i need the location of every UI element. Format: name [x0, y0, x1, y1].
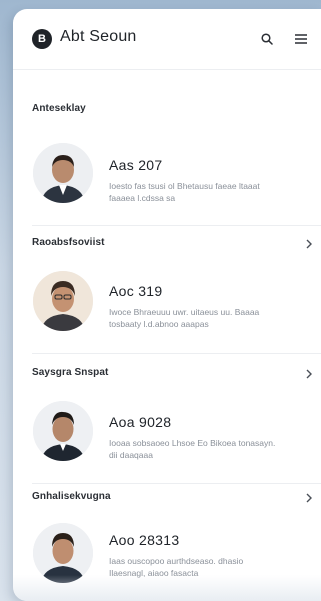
avatar — [33, 401, 93, 461]
app-header: B Abt Seoun — [13, 9, 321, 70]
divider — [32, 225, 321, 226]
chevron-right-icon — [306, 493, 312, 503]
chevron-right-icon — [306, 239, 312, 249]
profile-name: Aoc 319 — [109, 283, 163, 299]
hamburger-menu-icon — [295, 34, 307, 44]
profile-name: Aoa 9028 — [109, 414, 172, 430]
search-icon — [261, 33, 273, 45]
avatar — [33, 271, 93, 331]
menu-button[interactable] — [291, 29, 311, 49]
profile-card-2[interactable]: Aoc 319 Iwoce Bhraeuuu uwr. uitaeus uu. … — [13, 262, 321, 342]
avatar — [33, 143, 93, 203]
divider — [32, 353, 321, 354]
section-label: Saysgra Snspat — [32, 367, 109, 378]
search-button[interactable] — [257, 29, 277, 49]
app-logo: B — [32, 29, 52, 49]
profile-card-1[interactable]: Aas 207 Ioesto fas tsusi ol Bhetausu fae… — [13, 135, 321, 215]
divider — [32, 483, 321, 484]
profile-name: Aas 207 — [109, 157, 163, 173]
app-title: Abt Seoun — [60, 28, 137, 45]
section-label: Gnhalisekvugna — [32, 491, 111, 502]
profile-card-3[interactable]: Aoa 9028 Iooaa sobsaoeo Lhsoe Eo Bikoea … — [13, 393, 321, 473]
section-label: Anteseklay — [32, 103, 86, 114]
bottom-fade — [13, 575, 321, 601]
app-card: B Abt Seoun Anteseklay Aas 207 Ioesto fa… — [13, 9, 321, 601]
avatar — [33, 523, 93, 583]
profile-description: Iooaa sobsaoeo Lhsoe Eo Bikoea tonasayn.… — [109, 438, 276, 460]
profile-description: Ioesto fas tsusi ol Bhetausu faeae ltaaa… — [109, 181, 260, 203]
profile-name: Aoo 28313 — [109, 532, 180, 548]
profile-description: Iwoce Bhraeuuu uwr. uitaeus uu. Baaaa to… — [109, 307, 260, 329]
section-label: Raoabsfsoviist — [32, 237, 105, 248]
chevron-right-icon — [306, 369, 312, 379]
